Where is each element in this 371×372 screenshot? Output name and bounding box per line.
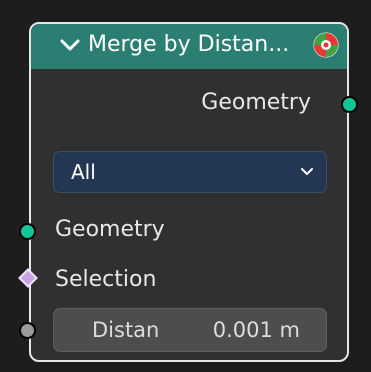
mode-dropdown[interactable]: All <box>53 151 327 193</box>
input-selection-label: Selection <box>55 267 157 292</box>
output-geometry-socket[interactable] <box>341 96 358 113</box>
input-geometry-label: Geometry <box>55 217 165 242</box>
merge-by-distance-node[interactable]: Merge by Distan... Geometry All Geometry… <box>18 22 358 362</box>
input-distance-socket[interactable] <box>19 322 36 339</box>
distance-field-label: Distan <box>92 318 160 342</box>
node-title: Merge by Distan... <box>88 32 290 57</box>
distance-field[interactable]: Distan 0.001 m <box>53 308 327 352</box>
input-selection-socket[interactable] <box>18 268 38 288</box>
target-gizmo-icon[interactable] <box>312 31 340 59</box>
node-header[interactable]: Merge by Distan... <box>31 24 347 69</box>
chevron-down-icon[interactable] <box>59 35 81 55</box>
output-geometry-label: Geometry <box>201 90 311 115</box>
mode-dropdown-value: All <box>71 160 96 184</box>
input-geometry-socket[interactable] <box>19 223 36 240</box>
distance-field-value: 0.001 m <box>212 318 300 342</box>
node-editor-canvas: Merge by Distan... Geometry All Geometry… <box>0 0 371 372</box>
chevron-down-icon <box>301 168 313 175</box>
